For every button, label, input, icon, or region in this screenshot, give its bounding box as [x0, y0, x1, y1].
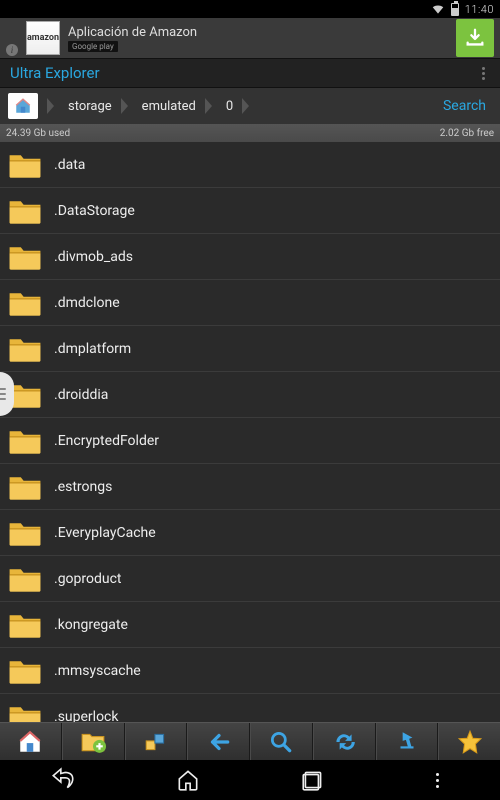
list-item[interactable]: .estrongs: [0, 464, 500, 510]
list-item[interactable]: .kongregate: [0, 602, 500, 648]
tool-select[interactable]: [376, 723, 439, 760]
folder-icon: [8, 151, 42, 179]
breadcrumb-segment[interactable]: 0: [214, 88, 251, 124]
tool-multiselect[interactable]: [125, 723, 188, 760]
nav-menu[interactable]: [418, 765, 458, 795]
folder-icon: [8, 565, 42, 593]
folder-name: .EncryptedFolder: [54, 433, 159, 449]
list-item[interactable]: .mmsyscache: [0, 648, 500, 694]
folder-name: .goproduct: [54, 571, 122, 587]
list-item[interactable]: .EncryptedFolder: [0, 418, 500, 464]
ad-banner[interactable]: i amazon Aplicación de Amazon Google pla…: [0, 18, 500, 58]
tool-refresh[interactable]: [313, 723, 376, 760]
list-item[interactable]: .EveryplayCache: [0, 510, 500, 556]
nav-recent[interactable]: [293, 765, 333, 795]
ad-title: Aplicación de Amazon: [68, 25, 448, 40]
list-item[interactable]: .superlock: [0, 694, 500, 722]
android-nav-bar: [0, 760, 500, 800]
folder-name: .mmsyscache: [54, 663, 141, 679]
folder-icon: [8, 197, 42, 225]
storage-free: 2.02 Gb free: [440, 128, 494, 139]
app-title-bar: Ultra Explorer: [0, 58, 500, 88]
list-item[interactable]: .dmdclone: [0, 280, 500, 326]
list-item[interactable]: .goproduct: [0, 556, 500, 602]
ad-text: Aplicación de Amazon Google play: [68, 25, 448, 52]
breadcrumb-segment[interactable]: emulated: [130, 88, 214, 124]
battery-icon: [451, 3, 459, 16]
folder-icon: [8, 703, 42, 723]
tool-favorite[interactable]: [438, 723, 500, 760]
breadcrumb-segment[interactable]: storage: [56, 88, 130, 124]
nav-home[interactable]: [168, 765, 208, 795]
overflow-menu-icon[interactable]: [476, 67, 490, 80]
folder-name: .data: [54, 157, 85, 173]
ad-info-icon[interactable]: i: [6, 44, 18, 56]
list-item[interactable]: .data: [0, 142, 500, 188]
file-list[interactable]: .data .DataStorage .divmob_ads .dmdclone .dm…: [0, 142, 500, 722]
folder-icon: [8, 611, 42, 639]
folder-name: .dmplatform: [54, 341, 131, 357]
app-title: Ultra Explorer: [10, 64, 476, 82]
folder-icon: [8, 289, 42, 317]
folder-icon: [8, 473, 42, 501]
ad-brand-logo: amazon: [26, 21, 60, 55]
ad-store-badge: Google play: [68, 41, 118, 52]
list-item[interactable]: .divmob_ads: [0, 234, 500, 280]
folder-icon: [8, 519, 42, 547]
folder-icon: [8, 657, 42, 685]
folder-name: .droiddia: [54, 387, 108, 403]
download-icon[interactable]: [456, 19, 494, 57]
tool-search[interactable]: [250, 723, 313, 760]
home-icon: [8, 93, 38, 119]
wifi-icon: [431, 2, 445, 16]
breadcrumb-home[interactable]: [4, 88, 56, 124]
folder-icon: [8, 427, 42, 455]
list-item[interactable]: .droiddia: [0, 372, 500, 418]
folder-name: .kongregate: [54, 617, 128, 633]
nav-back[interactable]: [43, 765, 83, 795]
breadcrumb: storageemulated0 Search: [0, 88, 500, 124]
folder-name: .estrongs: [54, 479, 112, 495]
list-item[interactable]: .DataStorage: [0, 188, 500, 234]
list-item[interactable]: .dmplatform: [0, 326, 500, 372]
clock: 11:40: [465, 3, 494, 16]
storage-info: 24.39 Gb used 2.02 Gb free: [0, 124, 500, 142]
folder-name: .EveryplayCache: [54, 525, 156, 541]
folder-icon: [8, 243, 42, 271]
tool-back[interactable]: [187, 723, 250, 760]
tool-new-folder[interactable]: [62, 723, 125, 760]
folder-name: .divmob_ads: [54, 249, 133, 265]
folder-name: .superlock: [54, 709, 118, 723]
bottom-toolbar: [0, 722, 500, 760]
folder-icon: [8, 335, 42, 363]
folder-name: .DataStorage: [54, 203, 135, 219]
search-link[interactable]: Search: [433, 98, 496, 114]
storage-used: 24.39 Gb used: [6, 128, 70, 139]
folder-name: .dmdclone: [54, 295, 120, 311]
tool-home[interactable]: [0, 723, 62, 760]
android-status-bar: 11:40: [0, 0, 500, 18]
